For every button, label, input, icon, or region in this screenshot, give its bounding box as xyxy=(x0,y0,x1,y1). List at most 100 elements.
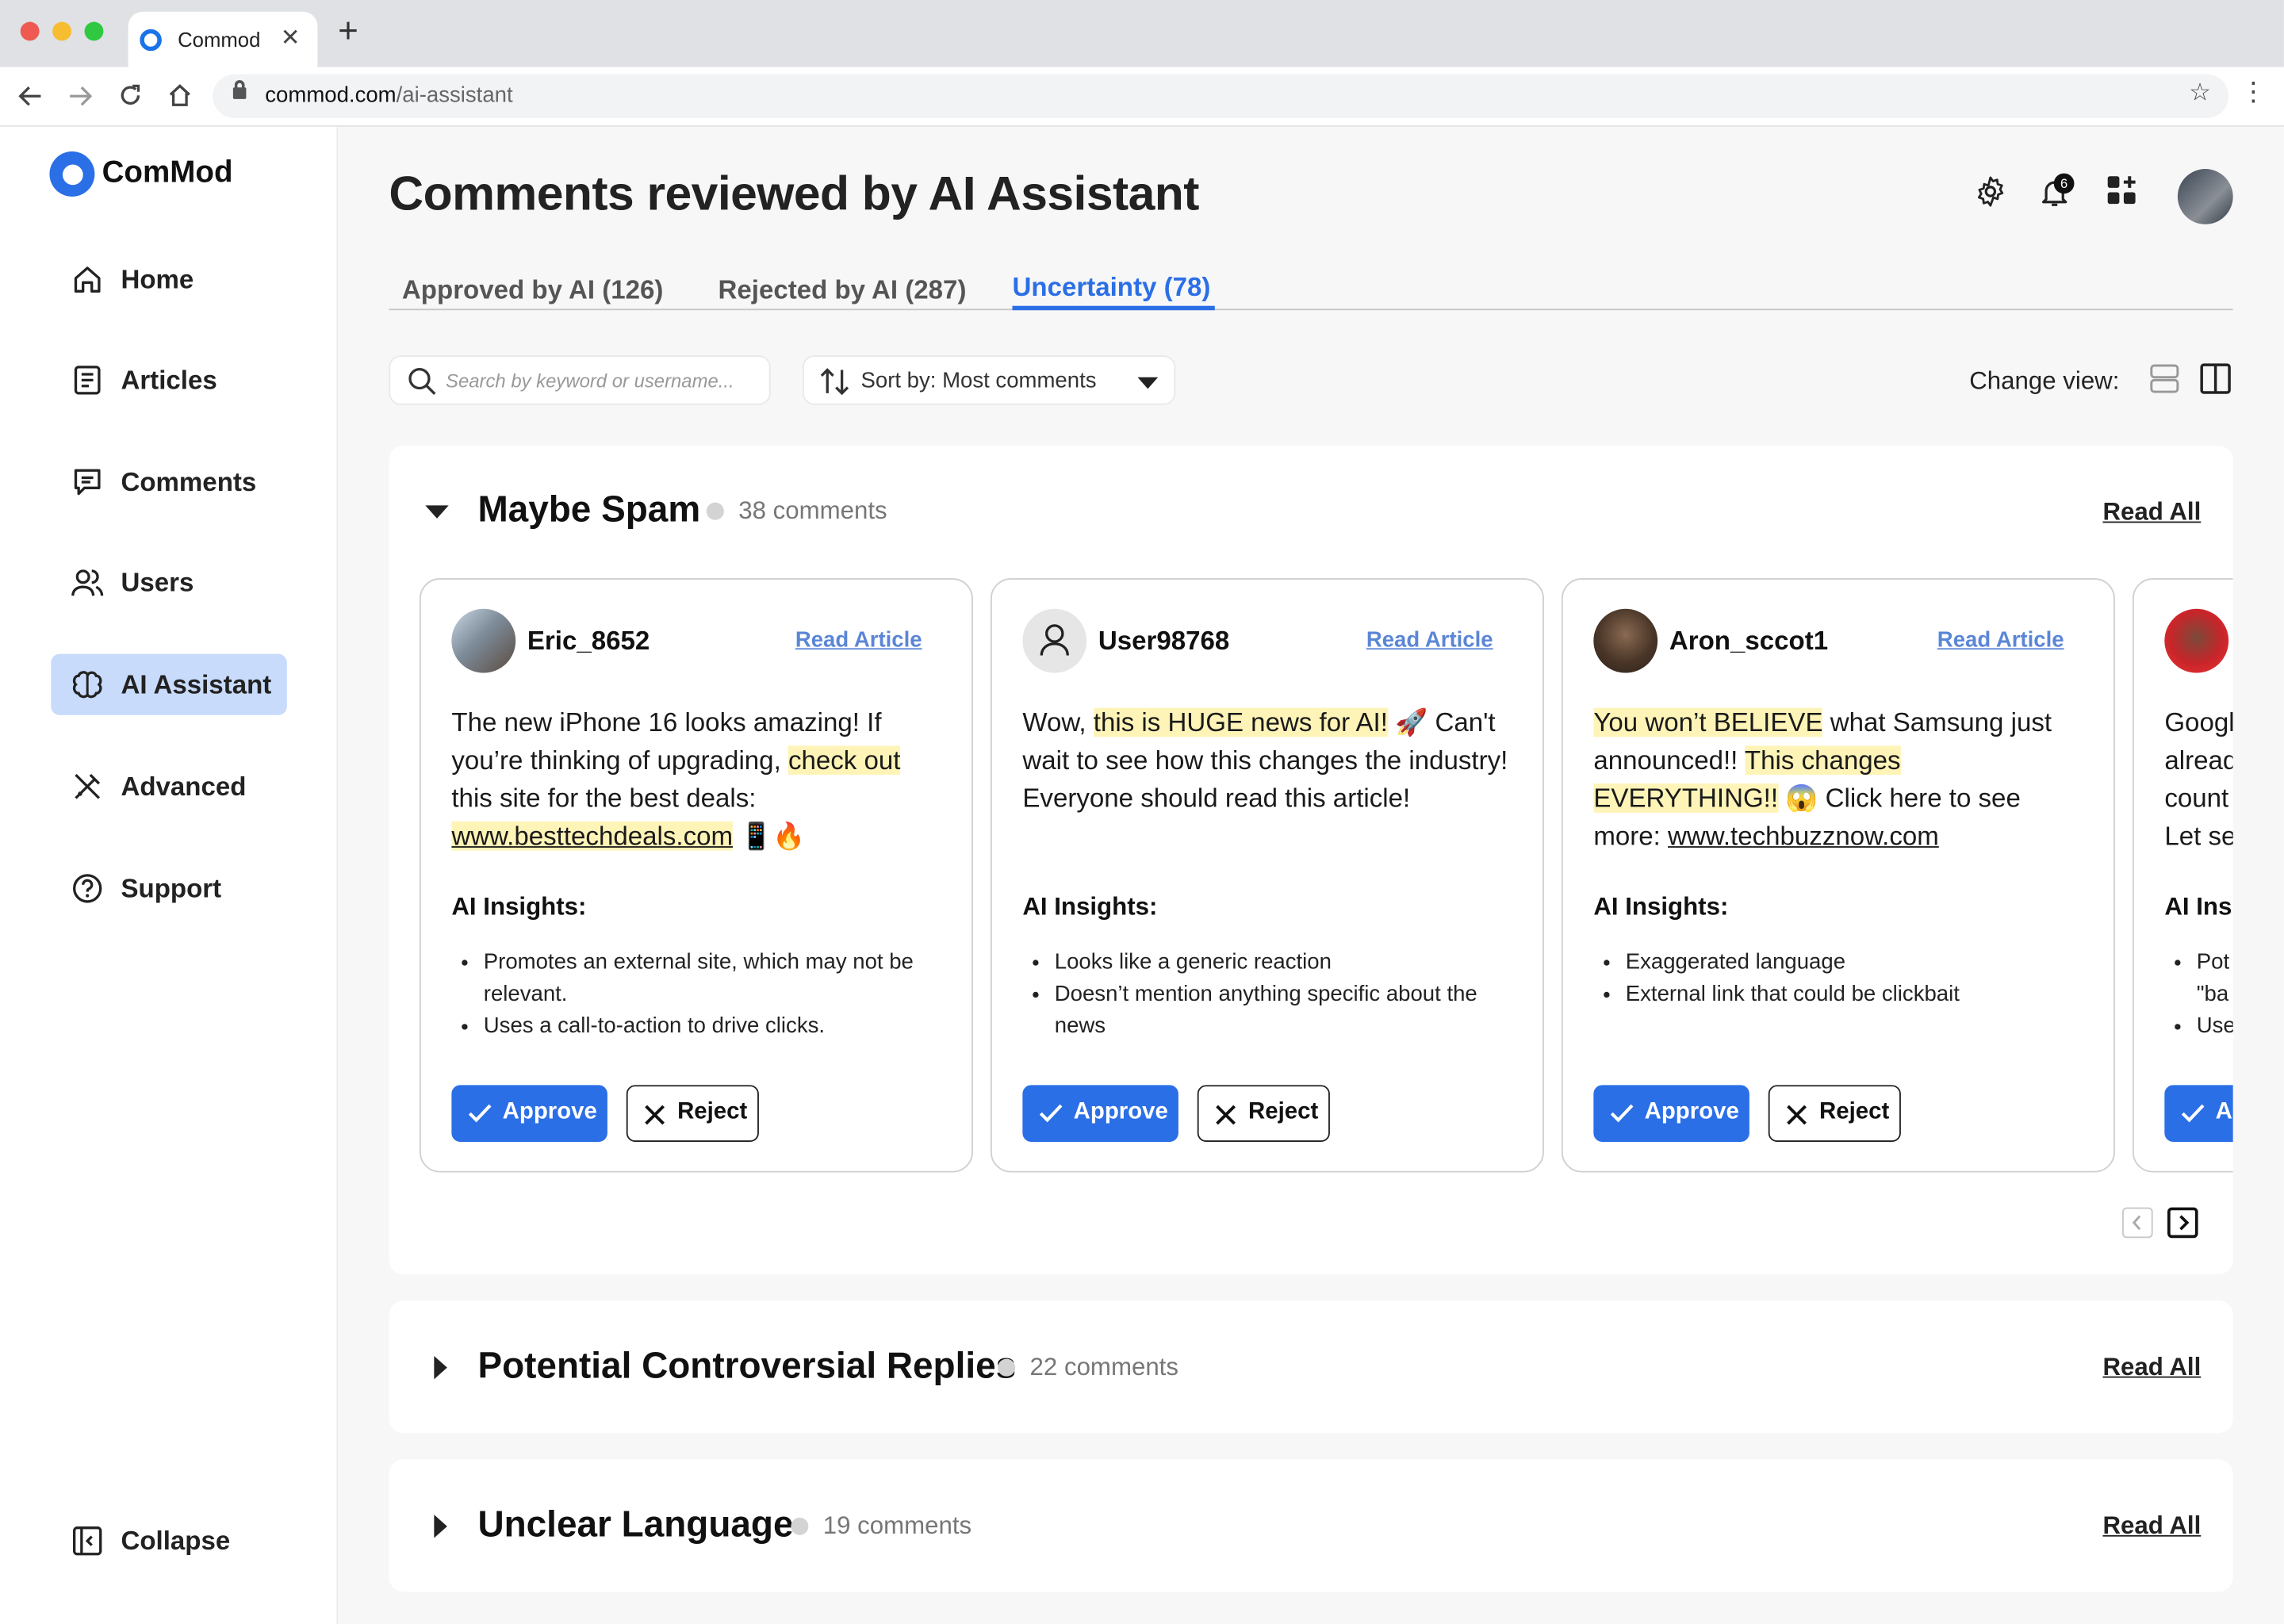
list-view-icon[interactable] xyxy=(2150,362,2179,394)
collapse-sidebar-button[interactable]: Collapse xyxy=(51,1511,287,1572)
column-view-icon[interactable] xyxy=(2199,362,2231,394)
close-icon xyxy=(645,1105,665,1125)
sidebar-item-label: Support xyxy=(121,874,222,903)
sidebar-item-support[interactable]: Support xyxy=(51,858,287,919)
reject-label: Reject xyxy=(1819,1099,1890,1124)
list-item: External link that could be clickbait xyxy=(1626,979,2089,1010)
group-count: 19 comments xyxy=(822,1511,972,1540)
read-article-link[interactable]: Read Article xyxy=(1366,628,1493,653)
collapse-caret-icon[interactable] xyxy=(425,505,449,519)
approve-label: Approve xyxy=(502,1099,597,1124)
comment-link[interactable]: www.techbuzznow.com xyxy=(1668,822,1939,851)
check-icon xyxy=(1610,1104,1634,1123)
separator-dot xyxy=(998,1358,1016,1377)
approve-button[interactable]: Approve xyxy=(1022,1085,1178,1142)
comment-username: Aron_sccot1 xyxy=(1669,626,1829,656)
sidebar-item-comments[interactable]: Comments xyxy=(51,451,287,512)
reject-button[interactable]: Reject xyxy=(1768,1085,1901,1142)
approve-button[interactable]: Approve xyxy=(451,1085,607,1142)
collapse-icon xyxy=(73,1526,102,1556)
sidebar-item-ai-assistant[interactable]: AI Assistant xyxy=(51,653,287,715)
avatar xyxy=(1593,608,1658,673)
browser-tab[interactable]: Commod ✕ xyxy=(128,11,318,67)
tab-approved[interactable]: Approved by AI (126) xyxy=(402,275,663,306)
comment-card: Eric_8652 Read Article The new iPhone 16… xyxy=(419,578,973,1173)
approve-button[interactable]: A xyxy=(2164,1085,2233,1142)
reload-icon[interactable] xyxy=(118,83,143,108)
tab-uncertainty[interactable]: Uncertainty (78) xyxy=(1013,272,1211,303)
window-minimize-dot[interactable] xyxy=(52,21,71,41)
sidebar-item-users[interactable]: Users xyxy=(51,552,287,613)
avatar xyxy=(451,608,516,673)
change-view-label: Change view: xyxy=(1969,366,2120,395)
list-item: Promotes an external site, which may not… xyxy=(484,947,947,1011)
previous-page-button[interactable] xyxy=(2122,1207,2153,1239)
notification-badge: 6 xyxy=(2053,173,2075,194)
list-item: "ba xyxy=(2196,981,2229,1007)
url-text: commod.com/ai-assistant xyxy=(265,82,513,108)
sidebar-item-home[interactable]: Home xyxy=(51,249,287,310)
chevron-down-icon xyxy=(1137,377,1159,389)
sidebar-item-advanced[interactable]: Advanced xyxy=(51,756,287,817)
tab-rejected[interactable]: Rejected by AI (287) xyxy=(718,275,966,306)
next-page-button[interactable] xyxy=(2167,1207,2198,1239)
tabs-divider xyxy=(389,308,2233,311)
ai-insights-title: AI Ins xyxy=(2164,892,2232,921)
close-tab-icon[interactable]: ✕ xyxy=(281,23,301,52)
group-title: Potential Controversial Replies xyxy=(477,1346,1017,1387)
sidebar-item-label: Home xyxy=(121,265,194,295)
comment-card: Googl alread count Let se AI Ins Pot "ba… xyxy=(2132,578,2233,1173)
avatar xyxy=(2164,608,2229,673)
sidebar-item-label: Articles xyxy=(121,366,217,395)
ai-insights-list: Exaggerated language External link that … xyxy=(1593,947,2088,1011)
reject-button[interactable]: Reject xyxy=(626,1085,759,1142)
approve-button[interactable]: Approve xyxy=(1593,1085,1749,1142)
sort-icon xyxy=(820,368,849,396)
sidebar-item-label: AI Assistant xyxy=(121,669,272,699)
ai-insights-list: Promotes an external site, which may not… xyxy=(451,947,946,1043)
home-icon xyxy=(74,266,101,293)
read-all-link[interactable]: Read All xyxy=(2102,1511,2201,1541)
group-count: 22 comments xyxy=(1029,1353,1178,1381)
search-input[interactable]: Search by keyword or username... xyxy=(446,370,734,393)
read-all-link[interactable]: Read All xyxy=(2102,1353,2201,1382)
comment-link[interactable]: www.besttechdeals.com xyxy=(451,821,734,851)
list-item: Looks like a generic reaction xyxy=(1055,947,1518,979)
search-box[interactable]: Search by keyword or username... xyxy=(389,355,771,405)
expand-caret-icon[interactable] xyxy=(434,1355,447,1380)
comment-username: User98768 xyxy=(1098,626,1230,656)
approve-label: Approve xyxy=(1644,1099,1739,1124)
window-maximize-dot[interactable] xyxy=(84,21,104,41)
sort-dropdown[interactable]: Sort by: Most comments xyxy=(803,355,1176,405)
forward-icon[interactable] xyxy=(67,85,93,108)
home-browser-icon[interactable] xyxy=(167,83,192,108)
user-avatar[interactable] xyxy=(2177,169,2233,224)
read-all-link[interactable]: Read All xyxy=(2102,498,2201,527)
comment-text: Wow, this is HUGE news for AI! 🚀 Can't w… xyxy=(1022,707,1508,813)
ai-insights-title: AI Insights: xyxy=(1022,892,1158,921)
apps-grid-icon[interactable] xyxy=(2106,174,2138,206)
sidebar-item-articles[interactable]: Articles xyxy=(51,350,287,411)
lock-icon xyxy=(232,80,247,99)
browser-menu-icon[interactable]: ⋮ xyxy=(2240,77,2267,108)
settings-gear-icon[interactable] xyxy=(1974,174,2007,208)
collapse-label: Collapse xyxy=(121,1526,231,1556)
approve-label: Approve xyxy=(1073,1099,1168,1124)
group-title: Maybe Spam xyxy=(477,489,701,530)
url-bar[interactable]: commod.com/ai-assistant ☆ xyxy=(213,74,2229,118)
read-article-link[interactable]: Read Article xyxy=(795,628,922,653)
search-icon xyxy=(408,367,436,395)
reject-button[interactable]: Reject xyxy=(1197,1085,1330,1142)
expand-caret-icon[interactable] xyxy=(434,1515,447,1538)
back-icon[interactable] xyxy=(17,85,44,108)
sidebar-item-label: Advanced xyxy=(121,772,247,802)
active-tab-indicator xyxy=(1012,305,1215,311)
bookmark-star-icon[interactable]: ☆ xyxy=(2189,79,2211,108)
group-count: 38 comments xyxy=(738,496,887,525)
read-article-link[interactable]: Read Article xyxy=(1937,628,2064,653)
new-tab-icon[interactable]: + xyxy=(338,13,358,48)
window-close-dot[interactable] xyxy=(20,21,40,41)
chevron-left-icon xyxy=(2132,1215,2141,1231)
check-icon xyxy=(2181,1104,2205,1123)
browser-tab-bar: Commod ✕ + xyxy=(0,0,2284,67)
